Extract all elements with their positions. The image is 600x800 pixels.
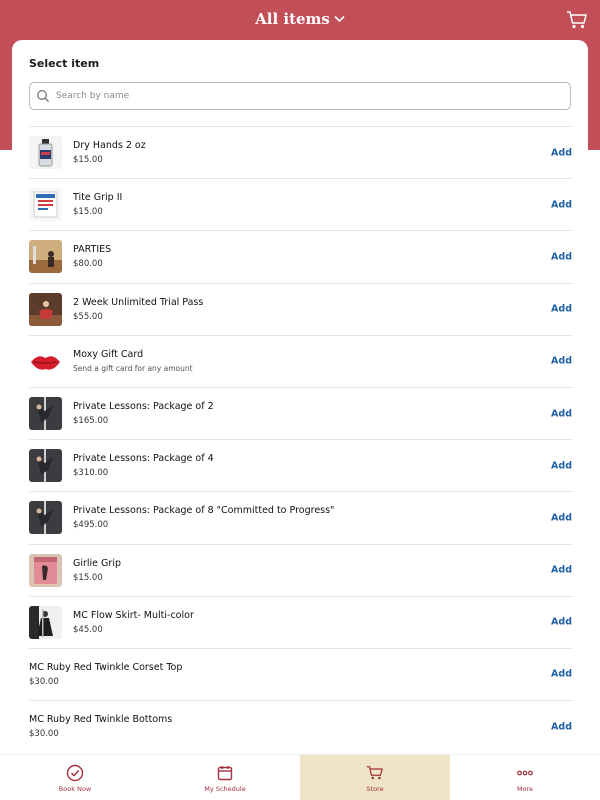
item-price: $15.00 — [73, 572, 103, 583]
item-name: Private Lessons: Package of 2 — [73, 401, 214, 413]
item-price: $310.00 — [73, 468, 109, 479]
list-item[interactable]: Private Lessons: Package of 4 $310.00 Ad… — [29, 439, 572, 491]
list-item[interactable]: Tite Grip II $15.00 Add — [29, 178, 572, 230]
add-button[interactable]: Add — [551, 721, 572, 732]
add-button[interactable]: Add — [551, 199, 572, 210]
list-item[interactable]: Girlie Grip $15.00 Add — [29, 543, 572, 596]
add-button[interactable]: Add — [551, 251, 572, 262]
calendar-icon — [216, 764, 234, 782]
item-price: $30.00 — [29, 729, 59, 740]
tab-book-now[interactable]: Book Now — [0, 755, 150, 800]
more-dots-icon — [516, 764, 534, 782]
add-button[interactable]: Add — [551, 617, 572, 628]
item-price: $165.00 — [73, 416, 109, 427]
search-input[interactable] — [56, 91, 556, 101]
item-name: PARTIES — [73, 244, 112, 256]
item-price: $80.00 — [73, 259, 103, 270]
product-thumbnail — [29, 188, 62, 222]
add-button[interactable]: Add — [551, 147, 572, 158]
check-circle-icon — [66, 764, 84, 782]
list-item[interactable]: Moxy Gift Card Send a gift card for any … — [29, 334, 572, 387]
product-thumbnail — [29, 397, 62, 431]
item-name: Dry Hands 2 oz — [73, 140, 146, 152]
chevron-down-icon — [334, 15, 345, 23]
product-thumbnail — [29, 501, 62, 535]
product-thumbnail — [29, 136, 62, 170]
add-button[interactable]: Add — [551, 565, 572, 576]
bottom-tab-bar: Book Now My Schedule Store More — [0, 754, 600, 800]
list-item[interactable]: 2 Week Unlimited Trial Pass $55.00 Add — [29, 282, 572, 335]
search-icon — [36, 89, 50, 103]
product-thumbnail — [29, 605, 62, 639]
list-item[interactable]: MC Ruby Red Twinkle Bottoms $30.00 Add — [29, 700, 572, 752]
item-price: $495.00 — [73, 520, 109, 531]
item-price: $15.00 — [73, 207, 103, 218]
item-price: $55.00 — [73, 311, 103, 322]
product-thumbnail — [29, 553, 62, 587]
tab-my-schedule[interactable]: My Schedule — [150, 755, 300, 800]
add-button[interactable]: Add — [551, 512, 572, 523]
add-button[interactable]: Add — [551, 460, 572, 471]
tab-label: Book Now — [58, 784, 92, 793]
tab-store[interactable]: Store — [300, 755, 450, 800]
item-name: Girlie Grip — [73, 557, 121, 569]
tab-more[interactable]: More — [450, 755, 600, 800]
item-name: Tite Grip II — [73, 192, 123, 204]
cart-icon[interactable] — [566, 10, 588, 30]
item-price: $15.00 — [73, 155, 103, 166]
list-item[interactable]: PARTIES $80.00 Add — [29, 230, 572, 282]
item-name: MC Flow Skirt- Multi-color — [73, 609, 194, 621]
item-name: Moxy Gift Card — [73, 349, 144, 361]
cart-icon — [366, 764, 384, 782]
item-sheet: Select item Dry Hands 2 oz $15.00 Add Ti… — [12, 40, 588, 760]
list-item[interactable]: Dry Hands 2 oz $15.00 Add — [29, 126, 572, 178]
item-price: $30.00 — [29, 676, 59, 687]
list-item[interactable]: Private Lessons: Package of 2 $165.00 Ad… — [29, 386, 572, 439]
item-name: MC Ruby Red Twinkle Corset Top — [29, 661, 183, 673]
item-price: $45.00 — [73, 624, 103, 635]
item-name: Private Lessons: Package of 4 — [73, 453, 214, 465]
sheet-title: Select item — [29, 57, 100, 70]
add-button[interactable]: Add — [551, 304, 572, 315]
item-name: MC Ruby Red Twinkle Bottoms — [29, 714, 173, 726]
item-name: 2 Week Unlimited Trial Pass — [73, 296, 204, 308]
product-thumbnail — [29, 449, 62, 483]
add-button[interactable]: Add — [551, 356, 572, 367]
search-box[interactable] — [29, 82, 571, 110]
tab-label: Store — [366, 784, 384, 793]
item-list: Dry Hands 2 oz $15.00 Add Tite Grip II $… — [29, 126, 572, 752]
add-button[interactable]: Add — [551, 408, 572, 419]
list-item[interactable]: Private Lessons: Package of 8 "Committed… — [29, 491, 572, 543]
list-item[interactable]: MC Ruby Red Twinkle Corset Top $30.00 Ad… — [29, 647, 572, 700]
list-item[interactable]: MC Flow Skirt- Multi-color $45.00 Add — [29, 595, 572, 648]
tab-label: More — [516, 784, 534, 793]
product-thumbnail — [29, 240, 62, 274]
add-button[interactable]: Add — [551, 669, 572, 680]
header-title: All items — [255, 10, 330, 28]
product-thumbnail — [29, 344, 62, 378]
tab-label: My Schedule — [204, 784, 246, 793]
item-name: Private Lessons: Package of 8 "Committed… — [73, 505, 335, 517]
category-selector[interactable]: All items — [0, 10, 600, 28]
product-thumbnail — [29, 292, 62, 326]
item-description: Send a gift card for any amount — [73, 364, 193, 374]
